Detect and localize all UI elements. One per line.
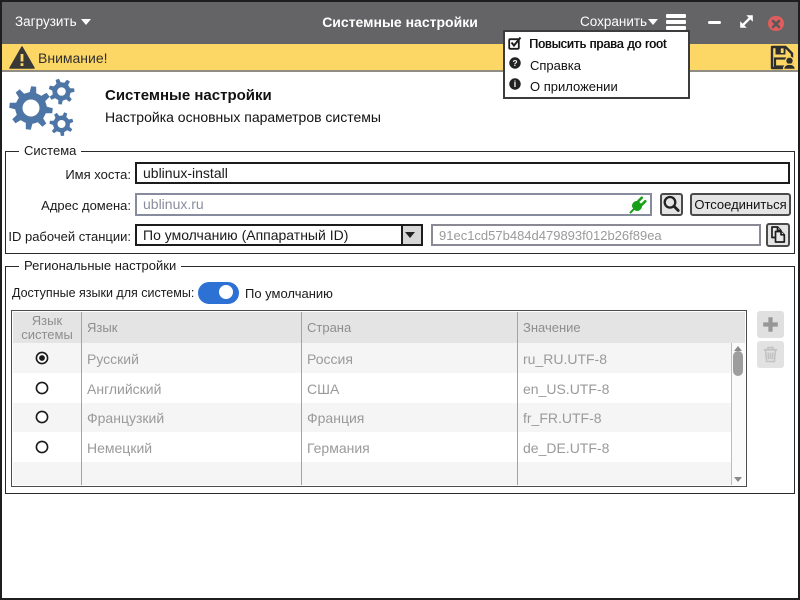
svg-text:i: i [514, 79, 516, 89]
svg-text:?: ? [512, 58, 517, 68]
